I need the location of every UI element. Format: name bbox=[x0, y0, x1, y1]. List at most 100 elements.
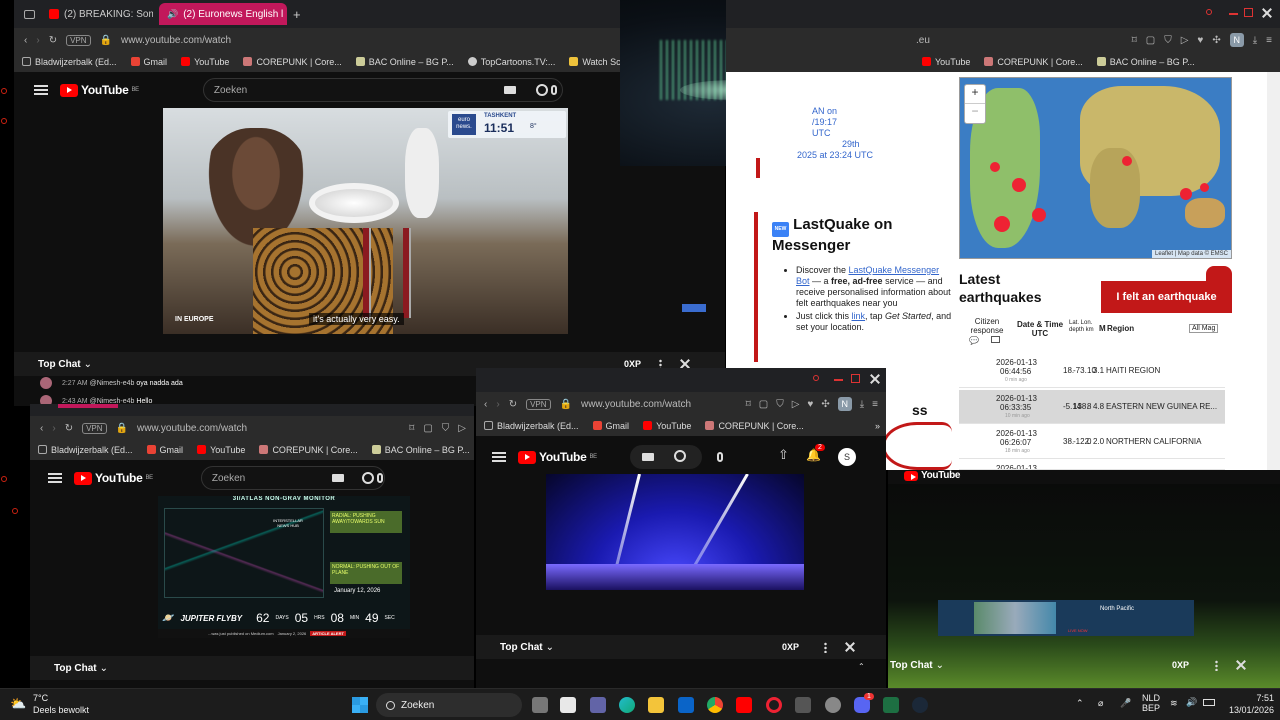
xp-badge[interactable]: 0XP bbox=[1172, 660, 1189, 670]
bookmark-gmail[interactable]: Gmail bbox=[146, 445, 183, 455]
url-text[interactable]: www.youtube.com/watch bbox=[121, 35, 231, 46]
language-indicator[interactable]: NLD BEP bbox=[1142, 693, 1160, 713]
video-player[interactable] bbox=[546, 474, 804, 590]
quake-dot[interactable] bbox=[1032, 208, 1046, 222]
news-link[interactable]: AN on bbox=[812, 106, 873, 117]
download-icon[interactable]: ⤓ bbox=[860, 399, 864, 410]
maximize-icon[interactable] bbox=[1244, 8, 1253, 17]
bookmark-youtube[interactable]: YouTube bbox=[181, 57, 229, 67]
play-icon[interactable]: ▷ bbox=[458, 423, 466, 434]
zoom-out-button[interactable]: − bbox=[965, 104, 985, 118]
forward-icon[interactable]: › bbox=[52, 423, 55, 434]
clock-date[interactable]: 13/01/2026 bbox=[1222, 705, 1274, 715]
puzzle-icon[interactable]: ✣ bbox=[1212, 35, 1220, 46]
forward-icon[interactable]: › bbox=[496, 399, 499, 410]
bookmark-corepunk[interactable]: COREPUNK | Core... bbox=[984, 57, 1083, 67]
puzzle-icon[interactable]: ✣ bbox=[821, 399, 829, 410]
reload-icon[interactable]: ↻ bbox=[509, 399, 517, 410]
url-text[interactable]: www.youtube.com/watch bbox=[137, 423, 247, 434]
menu-icon[interactable] bbox=[492, 452, 506, 462]
download-icon[interactable]: ⤓ bbox=[1253, 35, 1257, 46]
news-link[interactable]: /19:17 bbox=[812, 117, 873, 128]
video-player[interactable]: 3I/ATLAS NON-GRAV MONITOR INTERSTELLAR N… bbox=[158, 496, 410, 638]
task-view-icon[interactable] bbox=[532, 697, 548, 713]
minimize-icon[interactable] bbox=[1229, 13, 1238, 15]
search-input[interactable]: Zoeken bbox=[202, 78, 563, 102]
bookmark-bac[interactable]: BAC Online – BG P... bbox=[355, 57, 454, 67]
top-chat-dropdown[interactable]: Top Chat bbox=[38, 359, 81, 370]
news-link[interactable]: 29th bbox=[842, 139, 873, 150]
quake-dot[interactable] bbox=[994, 216, 1010, 232]
reload-icon[interactable]: ↻ bbox=[65, 423, 73, 434]
search-input[interactable]: Zoeken bbox=[200, 466, 385, 490]
top-chat-dropdown[interactable]: Top Chat bbox=[500, 642, 543, 653]
url-text[interactable]: www.youtube.com/watch bbox=[581, 399, 691, 410]
chevron-up-icon[interactable]: ⌃ bbox=[1076, 698, 1084, 709]
search-icon[interactable] bbox=[1206, 9, 1212, 15]
bookmark-icon[interactable]: ⌑ bbox=[1132, 35, 1137, 46]
youtube-logo[interactable]: YouTube BE bbox=[74, 471, 153, 485]
page-scrollbar[interactable] bbox=[1267, 72, 1280, 470]
opera-icon[interactable] bbox=[766, 697, 782, 713]
play-icon[interactable]: ▷ bbox=[792, 399, 800, 410]
menu-icon[interactable] bbox=[34, 85, 48, 95]
settings-icon[interactable] bbox=[825, 697, 841, 713]
search-pill[interactable] bbox=[630, 445, 702, 469]
calculator-icon[interactable] bbox=[795, 697, 811, 713]
screenshot-icon[interactable]: ▢ bbox=[759, 399, 768, 410]
xp-badge[interactable]: 0XP bbox=[782, 642, 799, 652]
network-icon[interactable]: ⌀ bbox=[1098, 698, 1103, 709]
bookmark-youtube[interactable]: YouTube bbox=[643, 421, 691, 431]
bookmark-item[interactable]: Bladwijzerbalk (Ed... bbox=[22, 57, 117, 67]
bookmark-icon[interactable]: ⌑ bbox=[409, 423, 414, 434]
search-icon[interactable] bbox=[674, 450, 686, 462]
bookmark-corepunk[interactable]: COREPUNK | Core... bbox=[705, 421, 804, 431]
quake-dot[interactable] bbox=[1180, 188, 1192, 200]
url-tail[interactable]: .eu bbox=[916, 35, 930, 46]
table-row[interactable]: 2026-01-13 bbox=[959, 460, 1225, 470]
chevron-down-icon[interactable]: ⌄ bbox=[546, 642, 554, 653]
tab-euronews[interactable]: 🔊 (2) Euronews English l bbox=[159, 3, 287, 25]
chrome-icon[interactable] bbox=[707, 697, 723, 713]
link-link[interactable]: link bbox=[852, 311, 866, 321]
search-icon[interactable] bbox=[813, 375, 819, 381]
table-row[interactable]: 2026-01-13 06:33:35 10 min ago -5.14 138. 8 4.… bbox=[959, 390, 1225, 424]
volume-icon[interactable]: 🔊 bbox=[1186, 697, 1197, 708]
table-row[interactable]: 2026-01-13 06:26:07 18 min ago 38. -122. 0 2.0… bbox=[959, 425, 1225, 459]
outlook-icon[interactable] bbox=[678, 697, 694, 713]
screenshot-icon[interactable]: ▢ bbox=[1146, 35, 1155, 46]
reload-icon[interactable]: ↻ bbox=[49, 35, 57, 46]
vpn-badge[interactable]: VPN bbox=[82, 422, 107, 434]
chevron-down-icon[interactable]: ⌄ bbox=[84, 359, 92, 370]
screenshot-icon[interactable]: ▢ bbox=[423, 423, 432, 434]
steam-icon[interactable] bbox=[912, 697, 928, 713]
heart-icon[interactable]: ♥ bbox=[807, 399, 813, 410]
youtube-logo[interactable]: YouTube bbox=[904, 470, 1280, 481]
tab-breaking[interactable]: (2) BREAKING: Something bbox=[41, 3, 153, 25]
more-icon[interactable] bbox=[824, 642, 827, 653]
more-icon[interactable] bbox=[1215, 660, 1218, 671]
map-attribution[interactable]: Leaflet | Map data © EMSC bbox=[1151, 250, 1231, 258]
mic-tray-icon[interactable]: 🎤 bbox=[1120, 698, 1131, 709]
back-icon[interactable]: ‹ bbox=[40, 423, 43, 434]
top-chat-dropdown[interactable]: Top Chat bbox=[890, 660, 933, 671]
shield-icon[interactable]: ⛉ bbox=[442, 423, 450, 434]
share-icon[interactable]: ⇧ bbox=[778, 447, 789, 463]
vpn-badge[interactable]: VPN bbox=[66, 34, 91, 46]
search-icon[interactable] bbox=[361, 472, 374, 484]
new-tab-button[interactable]: + bbox=[293, 7, 301, 22]
bookmark-youtube[interactable]: YouTube bbox=[197, 445, 245, 455]
maximize-icon[interactable] bbox=[851, 374, 860, 383]
youtube-logo[interactable]: YouTube BE bbox=[518, 450, 597, 464]
wifi-icon[interactable]: ≋ bbox=[1170, 698, 1178, 709]
close-chat-icon[interactable] bbox=[1236, 660, 1246, 670]
inset-map-preview[interactable]: North Pacific LIVE NOW bbox=[938, 600, 1194, 636]
excel-icon[interactable] bbox=[883, 697, 899, 713]
bookmark-bac[interactable]: BAC Online – BG P... bbox=[1096, 57, 1195, 67]
quake-dot[interactable] bbox=[990, 162, 1000, 172]
felt-earthquake-button[interactable]: I felt an earthquake bbox=[1101, 281, 1232, 313]
back-icon[interactable]: ‹ bbox=[484, 399, 487, 410]
shield-icon[interactable]: ⛉ bbox=[1164, 35, 1172, 46]
close-chat-icon[interactable] bbox=[845, 642, 855, 652]
store-icon[interactable] bbox=[560, 697, 576, 713]
